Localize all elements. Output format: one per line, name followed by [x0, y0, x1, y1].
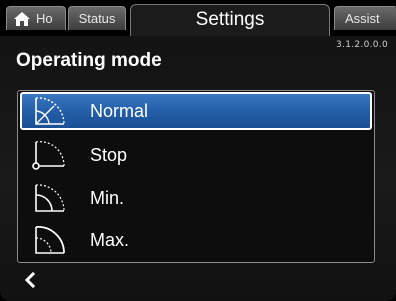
- list-item-stop[interactable]: Stop: [20, 136, 372, 174]
- page-title: Operating mode: [16, 50, 162, 71]
- list-item-label: Max.: [90, 229, 130, 250]
- list-item-min[interactable]: Min.: [20, 179, 372, 217]
- list-item-label: Stop: [90, 144, 128, 165]
- operating-mode-list: Normal Stop Min. Max.: [17, 90, 375, 263]
- min-mode-icon: [35, 184, 65, 212]
- chevron-left-icon[interactable]: [22, 270, 38, 290]
- tab-home-label: Ho: [36, 10, 53, 26]
- list-item-label: Normal: [90, 100, 149, 121]
- tab-status[interactable]: Status: [68, 6, 126, 30]
- version-number: 3.1.2.0.0.0: [336, 40, 388, 50]
- normal-mode-icon: [35, 97, 65, 125]
- stop-mode-icon: [32, 141, 65, 170]
- list-item-max[interactable]: Max.: [20, 221, 372, 259]
- home-icon: [14, 11, 30, 26]
- tab-home[interactable]: Ho: [6, 6, 66, 30]
- tab-assist-label: Assist: [345, 10, 380, 26]
- tab-settings[interactable]: Settings: [130, 4, 330, 36]
- max-mode-icon: [35, 226, 65, 254]
- tab-status-label: Status: [78, 10, 116, 26]
- tab-assist[interactable]: Assist: [334, 6, 396, 30]
- display-screen: Ho Status Settings Assist 3.1.2.0.0.0 Op…: [0, 0, 396, 301]
- tab-bar: Ho Status Settings Assist: [0, 0, 396, 36]
- list-item-normal[interactable]: Normal: [20, 92, 372, 130]
- list-item-label: Min.: [90, 187, 125, 208]
- tab-settings-label: Settings: [195, 9, 265, 30]
